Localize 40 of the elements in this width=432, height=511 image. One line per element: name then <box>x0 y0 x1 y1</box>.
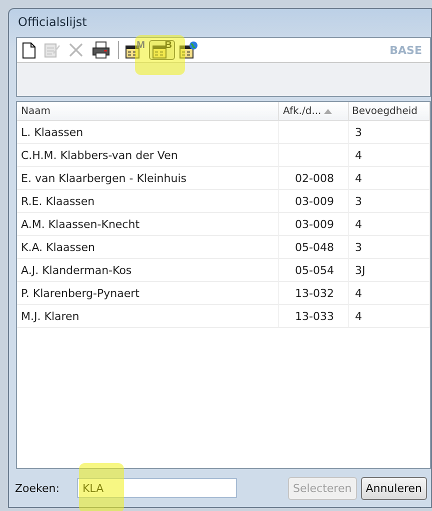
highlighter-mark <box>135 35 185 75</box>
column-header[interactable]: Naam <box>17 102 279 120</box>
table-cell: K.A. Klaassen <box>17 236 279 258</box>
icon-letter: M <box>136 41 145 51</box>
table-cell: E. van Klaarbergen - Kleinhuis <box>17 167 279 189</box>
table-cell: M.J. Klaren <box>17 305 279 327</box>
table-cell: 05-048 <box>279 236 349 258</box>
table-cell: R.E. Klaassen <box>17 190 279 212</box>
window-title: Officialslijst <box>17 14 88 31</box>
table-cell: L. Klaassen <box>17 121 279 143</box>
table-cell: 4 <box>349 144 430 166</box>
sort-ascending-icon <box>324 108 332 114</box>
table-cell: 4 <box>349 282 430 304</box>
table-cell: 03-009 <box>279 213 349 235</box>
column-header[interactable]: Afk./d... <box>279 102 349 120</box>
search-label: Zoeken: <box>15 482 60 494</box>
table-cell: A.J. Klanderman-Kos <box>17 259 279 281</box>
table-cell: 4 <box>349 167 430 189</box>
table-cell: 3 <box>349 236 430 258</box>
base-label: BASE <box>390 44 423 56</box>
table-cell: C.H.M. Klabbers-van der Ven <box>17 144 279 166</box>
table-cell: 02-008 <box>279 167 349 189</box>
calendar-icon <box>179 43 195 59</box>
cancel-button[interactable]: Annuleren <box>360 476 427 500</box>
table-cell: 4 <box>349 305 430 327</box>
table-cell: A.M. Klaassen-Knecht <box>17 213 279 235</box>
table-cell: 05-054 <box>279 259 349 281</box>
search-field[interactable]: KLA <box>77 478 238 498</box>
table-cell: 3 <box>349 121 430 143</box>
column-header[interactable]: Bevoegdheid <box>349 102 430 120</box>
table-cell: 3J <box>349 259 430 281</box>
highlighter-mark <box>79 463 124 511</box>
table-cell: P. Klarenberg-Pynaert <box>17 282 279 304</box>
globe-icon <box>189 41 198 50</box>
table-cell: 03-009 <box>279 190 349 212</box>
table-cell: 3 <box>349 190 430 212</box>
table-cell: 13-032 <box>279 282 349 304</box>
table-cell: 4 <box>349 213 430 235</box>
icon-letter: B <box>164 41 172 51</box>
table-cell: 13-033 <box>279 305 349 327</box>
